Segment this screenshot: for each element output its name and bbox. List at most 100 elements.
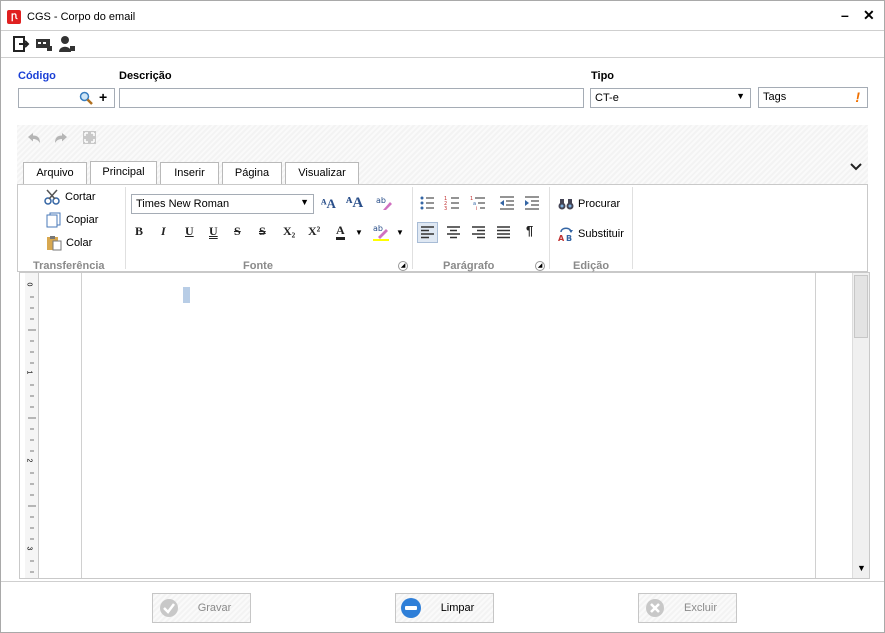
ribbon-panel: Cortar Copiar Colar Transferência Times … [17,184,868,272]
svg-text:B: B [566,234,572,242]
group-label-fonte: Fonte [243,260,273,272]
replace-icon: A B [558,227,573,242]
copy-icon [46,212,61,228]
ruler-mark-0: 0 [25,282,33,287]
group-divider [632,187,633,269]
vertical-ruler: 0 1 2 3 [25,273,39,578]
user-icon[interactable] [58,35,76,53]
descricao-label: Descrição [119,70,172,82]
minimize-button[interactable]: – [841,7,849,23]
title-bar: ꞃ CGS - Corpo do email – ✕ [1,1,884,31]
text-cursor [183,287,190,303]
close-button[interactable]: ✕ [863,7,875,24]
exit-icon[interactable] [12,35,30,53]
increase-indent-icon[interactable] [524,195,540,211]
bullet-list-icon[interactable] [419,195,435,211]
shrink-font-icon[interactable]: ᴬA [346,195,363,212]
group-label-paragrafo: Parágrafo [443,260,495,272]
page-right-margin [815,273,816,578]
double-underline-button[interactable]: U [209,224,218,239]
ruler-mark-1: 1 [25,370,33,375]
paragraph-dialog-launcher-icon[interactable]: ◢ [535,261,545,271]
group-label-edicao: Edição [573,260,610,272]
undo-icon[interactable] [26,131,42,145]
card-icon[interactable] [35,35,53,53]
descricao-field[interactable] [119,88,584,108]
tags-field[interactable]: Tags ! [758,87,868,108]
chevron-down-icon: ▼ [300,197,309,207]
font-family-select[interactable]: Times New Roman ▼ [131,194,314,214]
replace-button[interactable]: A B Substituir [558,226,624,242]
decrease-indent-icon[interactable] [499,195,515,211]
group-label-transferencia: Transferência [33,260,105,272]
collapse-ribbon-icon[interactable] [850,162,862,172]
scrollbar-thumb[interactable] [854,275,868,338]
clear-format-icon[interactable]: ab [375,194,393,212]
ruler-mark-3: 3 [25,546,33,551]
svg-text:ab: ab [376,196,386,205]
add-button[interactable]: + [99,89,107,105]
tab-principal[interactable]: Principal [90,161,157,185]
chevron-down-icon[interactable]: ▼ [396,228,404,237]
font-color-button[interactable]: A [336,224,345,240]
grow-font-icon[interactable]: ᴬA [321,196,336,212]
bold-button[interactable]: B [135,224,143,239]
delete-button[interactable]: Excluir [638,593,737,623]
align-right-icon[interactable] [471,225,486,240]
align-center-icon[interactable] [446,225,461,240]
minus-icon [401,598,421,618]
svg-text:i: i [476,206,477,211]
ruler-ticks [28,296,36,573]
font-dialog-launcher-icon[interactable]: ◢ [398,261,408,271]
tab-visualizar[interactable]: Visualizar [285,162,359,184]
chevron-down-icon[interactable]: ▼ [355,228,363,237]
rich-text-editor[interactable]: 0 1 2 3 ▼ [19,272,870,579]
clipboard-icon [47,236,62,251]
tipo-select[interactable]: CT-e ▼ [590,88,751,108]
action-bar: Gravar Limpar Excluir [1,581,884,632]
multilevel-list-icon[interactable]: 1 a i [470,195,486,211]
svg-text:ab: ab [373,224,383,233]
justify-icon[interactable] [496,225,511,240]
tab-inserir[interactable]: Inserir [160,162,219,184]
search-icon[interactable] [79,91,93,105]
redo-icon[interactable] [53,131,69,145]
fullscreen-icon[interactable] [82,130,97,145]
page-left-margin [81,273,82,578]
ruler-mark-2: 2 [25,458,33,463]
pilcrow-icon[interactable]: ¶ [526,223,533,238]
align-left-icon[interactable] [420,225,435,240]
vertical-scrollbar[interactable]: ▼ [852,273,869,578]
clear-button[interactable]: Limpar [395,593,494,623]
numbered-list-icon[interactable]: 1 2 3 [444,195,460,211]
tab-pagina[interactable]: Página [222,162,282,184]
group-divider [412,187,413,269]
save-button[interactable]: Gravar [152,593,251,623]
check-icon [160,599,178,617]
copy-button[interactable]: Copiar [46,212,98,228]
main-toolbar [1,32,884,58]
italic-button[interactable]: I [161,224,166,239]
highlight-icon[interactable]: ab [372,223,390,241]
window-title: CGS - Corpo do email [27,11,136,23]
email-body-window: ꞃ CGS - Corpo do email – ✕ Código Descri… [0,0,885,633]
subscript-button[interactable]: X₂ [283,224,295,239]
codigo-label: Código [18,70,56,82]
underline-button[interactable]: U [185,224,194,239]
svg-text:A: A [558,234,565,242]
svg-text:3: 3 [444,206,447,211]
strikethrough-button[interactable]: S [234,224,241,239]
double-strikethrough-button[interactable]: S [259,224,266,239]
cut-button[interactable]: Cortar [44,189,96,205]
scissors-icon [44,189,60,205]
find-button[interactable]: Procurar [558,197,620,211]
tipo-label: Tipo [591,70,615,82]
superscript-button[interactable]: X² [308,224,320,239]
group-divider [549,187,550,269]
group-divider [125,187,126,269]
binoculars-icon [558,199,574,210]
delete-x-icon [646,599,664,617]
scroll-down-icon[interactable]: ▼ [857,563,866,573]
tab-arquivo[interactable]: Arquivo [23,162,87,184]
paste-button[interactable]: Colar [46,235,92,251]
